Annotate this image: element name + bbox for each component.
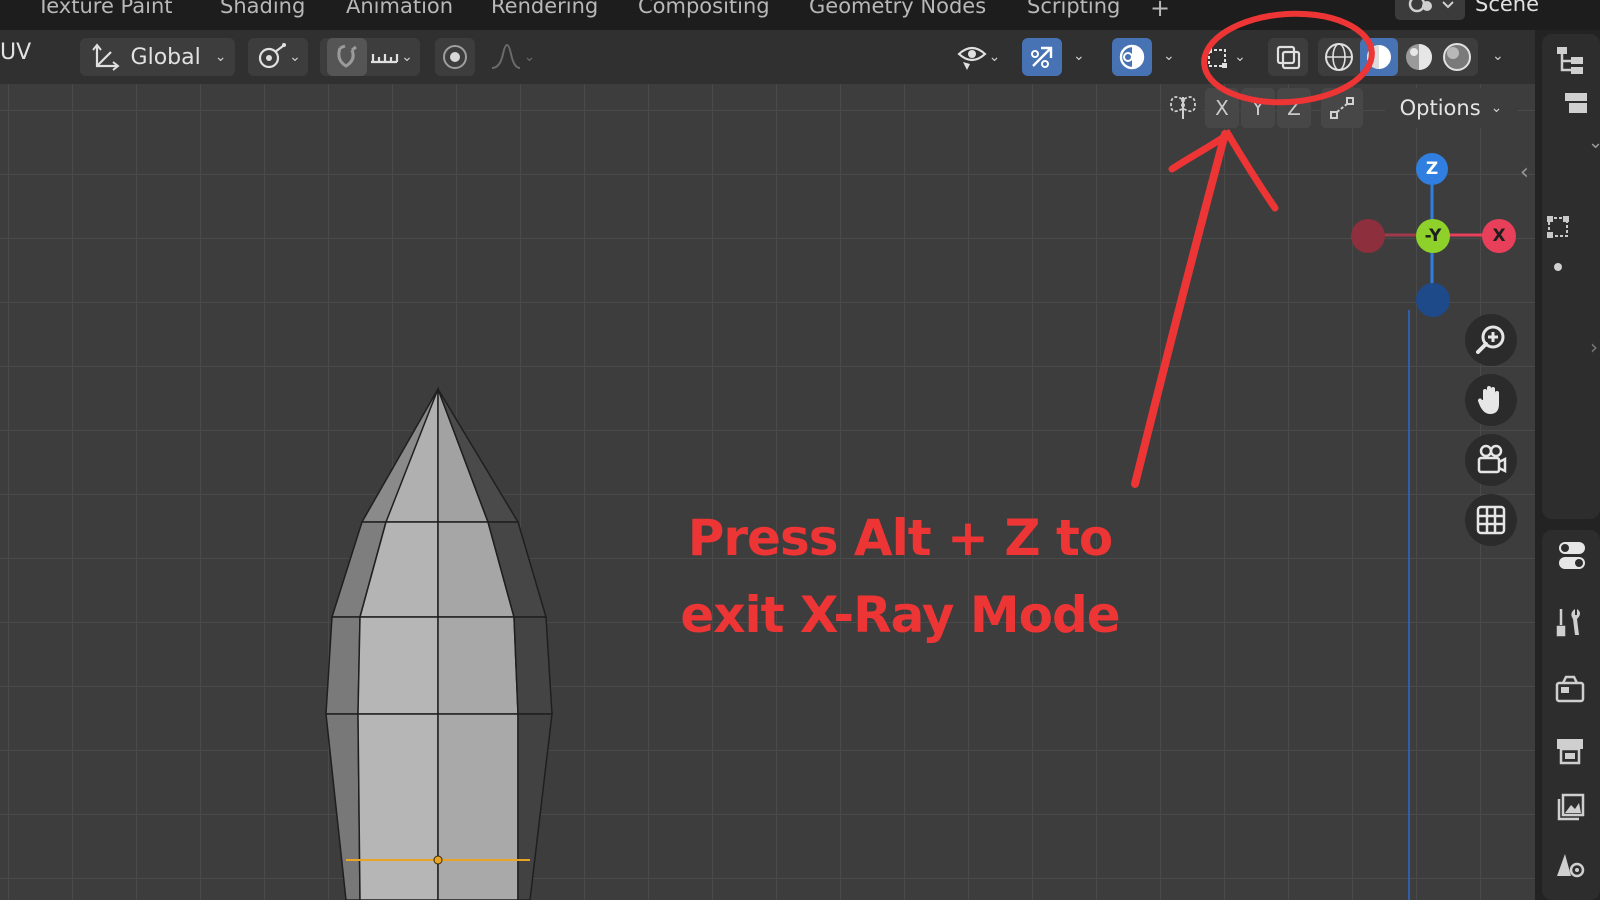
uv-menu[interactable]: UV [0, 40, 31, 65]
scene-name: Scene [1475, 0, 1540, 16]
add-workspace-plus-icon[interactable]: + [1150, 0, 1170, 22]
options-dropdown[interactable]: Options ⌄ [1385, 88, 1517, 128]
gizmo-x-label: X [1492, 226, 1506, 246]
gizmo-neg-y-label: -Y [1424, 226, 1442, 246]
camera-view-button[interactable] [1465, 434, 1517, 486]
pan-button[interactable] [1465, 374, 1517, 426]
annotation-arrow [1131, 130, 1229, 488]
view-layer-icon [1565, 93, 1587, 113]
tab-texture-paint[interactable]: Texture Paint [37, 0, 173, 18]
proportional-editing-button[interactable] [435, 38, 475, 76]
view-layer-tab[interactable] [1550, 788, 1590, 828]
rendered-shading-icon[interactable] [1440, 40, 1474, 74]
gizmo-neg-z-axis[interactable] [1416, 283, 1450, 317]
render-tab[interactable] [1550, 670, 1590, 710]
scene-tab[interactable] [1550, 845, 1590, 885]
tool-properties-tab[interactable] [1550, 535, 1590, 575]
material-shading-icon[interactable] [1402, 40, 1436, 74]
camera-icon [1477, 444, 1507, 474]
tab-scripting[interactable]: Scripting [1027, 0, 1120, 18]
annotation-circle [1201, 10, 1375, 106]
scene-selector-button[interactable] [1395, 0, 1465, 20]
3d-viewport[interactable]: Z -Y X ‹ Press Alt + Z to exit X-Ray Mod… [0, 84, 1535, 900]
tab-rendering[interactable]: Rendering [491, 0, 598, 18]
image-stack-icon [1557, 793, 1585, 821]
chevron-down-icon: ⌄ [214, 49, 227, 65]
transform-orientation-icon [91, 43, 120, 71]
scene-icon [1408, 0, 1454, 13]
scene-shapes-icon [1557, 854, 1585, 878]
view-layer-button[interactable] [1550, 84, 1590, 124]
outliner-hierarchy-icon [1557, 47, 1583, 74]
visibility-dropdown[interactable]: ⌄ [945, 38, 1010, 76]
gizmo-z-axis[interactable]: Z [1416, 153, 1448, 185]
sidebar-expand-chevron-icon[interactable]: ‹ [1520, 160, 1529, 185]
snap-toggle-button[interactable] [327, 38, 368, 76]
chevron-down-icon: ⌄ [988, 49, 1001, 65]
mesh-object[interactable] [0, 84, 1535, 900]
shading-dropdown-chevron-icon[interactable]: ⌄ [1492, 48, 1504, 64]
printer-icon [1557, 739, 1583, 765]
orientation-label: Global [130, 44, 201, 70]
collapse-chevron-icon[interactable]: ⌄ [1588, 132, 1600, 153]
dot-icon [1554, 263, 1562, 271]
render-camera-icon [1555, 675, 1585, 703]
tools-tab[interactable] [1550, 602, 1590, 642]
hand-pan-icon [1477, 386, 1499, 414]
eye-icon [957, 46, 987, 70]
annotation-line-1: Press Alt + Z to [687, 509, 1114, 567]
gizmo-dropdown-chevron-icon[interactable]: ⌄ [1073, 48, 1085, 64]
tab-animation[interactable]: Animation [346, 0, 453, 18]
toggle-switch-icon [1559, 542, 1585, 569]
overlay-icon [1119, 44, 1145, 70]
snap-magnet-icon [337, 44, 358, 68]
wrench-screwdriver-icon [1556, 609, 1580, 637]
snap-toggle-group: ⌄ [320, 38, 420, 76]
falloff-curve-icon [491, 43, 520, 69]
transform-orientation-dropdown[interactable]: Global ⌄ [80, 38, 235, 76]
tab-geometry-nodes[interactable]: Geometry Nodes [809, 0, 986, 18]
gizmo-x-axis[interactable]: X [1482, 219, 1516, 253]
gizmo-icon [1031, 46, 1053, 68]
pivot-point-dropdown[interactable]: ⌄ [248, 38, 308, 76]
chevron-down-icon: ⌄ [1490, 100, 1503, 116]
gizmo-toggle-button[interactable] [1022, 38, 1062, 76]
tab-shading[interactable]: Shading [220, 0, 305, 18]
gizmo-neg-y-axis[interactable]: -Y [1416, 219, 1450, 253]
chevron-down-icon: ⌄ [289, 49, 301, 65]
snap-increment-icon[interactable] [367, 42, 401, 72]
annotation-line-2: exit X-Ray Mode [680, 586, 1120, 644]
chevron-down-icon: ⌄ [523, 49, 536, 65]
zoom-icon [1476, 325, 1505, 354]
proportional-editing-icon [443, 45, 467, 69]
overlay-dropdown-chevron-icon[interactable]: ⌄ [1163, 48, 1175, 64]
gizmo-neg-x-axis[interactable] [1351, 219, 1385, 253]
options-label: Options [1399, 96, 1481, 120]
select-mode-button[interactable] [1540, 205, 1580, 245]
falloff-dropdown[interactable]: ⌄ [485, 38, 540, 76]
overlay-toggle-button[interactable] [1112, 38, 1152, 76]
perspective-toggle-button[interactable] [1465, 494, 1517, 546]
chevron-down-icon[interactable]: ⌄ [401, 49, 413, 65]
grid-icon [1476, 505, 1506, 535]
expand-chevron-icon[interactable]: › [1590, 335, 1598, 359]
outliner-hierarchy-button[interactable] [1550, 40, 1590, 80]
gizmo-z-label: Z [1425, 159, 1439, 179]
output-tab[interactable] [1550, 730, 1590, 770]
tab-compositing[interactable]: Compositing [638, 0, 770, 18]
selected-vertex [433, 855, 443, 865]
zoom-button[interactable] [1465, 314, 1517, 366]
pivot-point-icon [259, 43, 287, 69]
vertex-select-icon [1547, 216, 1569, 238]
